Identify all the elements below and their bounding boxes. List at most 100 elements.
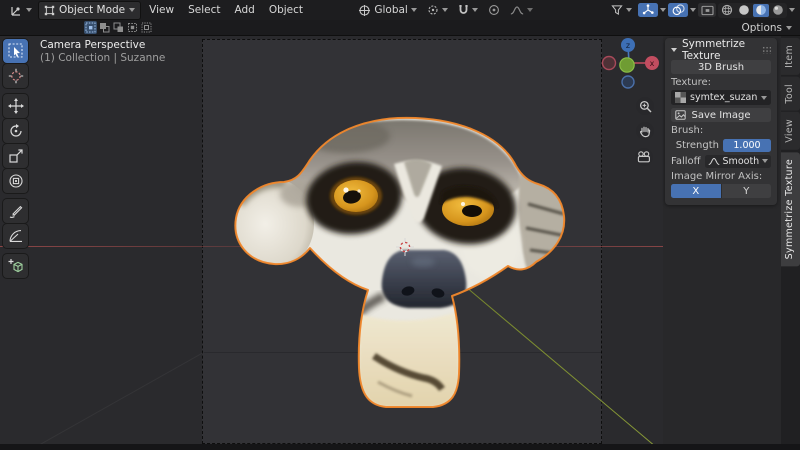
gizmo-y-ball[interactable] bbox=[620, 58, 634, 72]
viewport-overlay-text: Camera Perspective (1) Collection | Suza… bbox=[40, 39, 165, 65]
select-mode-intersect-button[interactable] bbox=[140, 21, 153, 34]
select-extend-icon bbox=[99, 22, 110, 33]
select-box-icon bbox=[8, 43, 24, 59]
rotate-tool-icon bbox=[8, 123, 24, 139]
tool-select-box-button[interactable] bbox=[3, 39, 28, 63]
falloff-value: Smooth bbox=[723, 156, 760, 167]
proportional-editing-button[interactable] bbox=[484, 3, 504, 17]
tab-tool[interactable]: Tool bbox=[781, 77, 800, 111]
select-invert-icon bbox=[127, 22, 138, 33]
snap-target-button[interactable] bbox=[423, 3, 452, 17]
editor-type-button[interactable] bbox=[5, 3, 36, 18]
shading-material-button[interactable] bbox=[753, 4, 769, 17]
show-gizmo-button[interactable] bbox=[638, 3, 658, 17]
mode-dropdown[interactable]: Object Mode bbox=[38, 1, 141, 20]
save-image-label: Save Image bbox=[691, 110, 750, 121]
image-icon bbox=[675, 110, 686, 120]
xray-icon bbox=[701, 5, 714, 16]
select-mode-set-button[interactable] bbox=[84, 21, 97, 34]
object-mode-icon bbox=[44, 5, 55, 16]
menu-view[interactable]: View bbox=[143, 3, 180, 17]
collection-object-label: (1) Collection | Suzanne bbox=[40, 52, 165, 65]
menu-object[interactable]: Object bbox=[263, 3, 309, 17]
chevron-down-icon bbox=[442, 8, 448, 12]
tool-settings-bar: Options bbox=[0, 20, 800, 36]
strength-slider[interactable]: 1.000 bbox=[723, 139, 771, 152]
chevron-down-icon[interactable] bbox=[789, 8, 795, 12]
zoom-view-button[interactable] bbox=[636, 97, 654, 115]
mirror-axis-x-button[interactable]: X bbox=[671, 184, 721, 198]
menu-select[interactable]: Select bbox=[182, 3, 226, 17]
tool-add-cube-button[interactable] bbox=[3, 254, 28, 278]
scale-tool-icon bbox=[8, 148, 24, 164]
tool-rotate-button[interactable] bbox=[3, 119, 28, 143]
falloff-curve-icon bbox=[510, 5, 524, 16]
select-intersect-icon bbox=[141, 22, 152, 33]
wireframe-sphere-icon bbox=[721, 4, 733, 16]
proportional-editing-icon bbox=[488, 4, 500, 16]
tab-symmetrize-texture[interactable]: Symmetrize Texture bbox=[781, 152, 800, 266]
add-cube-tool-icon bbox=[8, 258, 24, 274]
view-object-types-button[interactable] bbox=[607, 3, 636, 17]
tool-cursor-button[interactable] bbox=[3, 64, 28, 88]
menu-add[interactable]: Add bbox=[228, 3, 260, 17]
shading-solid-button[interactable] bbox=[736, 4, 752, 17]
texture-name: symtex_suzanne.png bbox=[690, 92, 757, 103]
sidebar-panel-column: Symmetrize Texture 3D Brush Texture: sym… bbox=[663, 36, 781, 444]
blender-window: Object Mode View Select Add Object Globa… bbox=[0, 0, 800, 450]
chevron-down-icon bbox=[472, 8, 478, 12]
snap-toggle-button[interactable] bbox=[454, 3, 482, 17]
gizmo-neg-z-ball[interactable] bbox=[622, 76, 634, 88]
falloff-label: Falloff bbox=[671, 156, 701, 167]
filter-funnel-icon bbox=[611, 4, 623, 16]
camera-view-button[interactable] bbox=[635, 148, 653, 166]
solid-sphere-icon bbox=[738, 4, 750, 16]
3d-brush-label: 3D Brush bbox=[698, 62, 744, 73]
material-sphere-icon bbox=[755, 4, 767, 16]
transform-tool-icon bbox=[8, 173, 24, 189]
save-image-button[interactable]: Save Image bbox=[671, 108, 771, 122]
panel-drag-grip-icon[interactable] bbox=[762, 46, 771, 54]
gizmo-z-label: z bbox=[626, 41, 630, 50]
gizmo-neg-x-ball[interactable] bbox=[603, 57, 616, 70]
orientation-global-icon bbox=[358, 4, 371, 17]
select-mode-invert-button[interactable] bbox=[126, 21, 139, 34]
tool-scale-button[interactable] bbox=[3, 144, 28, 168]
proportional-falloff-button[interactable] bbox=[506, 4, 537, 17]
tab-item[interactable]: Item bbox=[781, 38, 800, 75]
chevron-down-icon[interactable] bbox=[690, 8, 696, 12]
chevron-down-icon bbox=[411, 8, 417, 12]
orientation-label: Global bbox=[374, 4, 408, 16]
xray-toggle-button[interactable] bbox=[698, 3, 716, 17]
select-mode-subtract-button[interactable] bbox=[112, 21, 125, 34]
mirror-axis-group: X Y bbox=[671, 184, 771, 198]
3d-brush-button[interactable]: 3D Brush bbox=[671, 60, 771, 74]
options-dropdown[interactable]: Options bbox=[741, 22, 792, 34]
tool-measure-button[interactable] bbox=[3, 224, 28, 248]
sidebar-region: Symmetrize Texture 3D Brush Texture: sym… bbox=[663, 36, 800, 444]
select-mode-extend-button[interactable] bbox=[98, 21, 111, 34]
falloff-select[interactable]: Smooth bbox=[705, 155, 772, 168]
pan-view-button[interactable] bbox=[636, 122, 654, 140]
transform-orientation-dropdown[interactable]: Global bbox=[354, 3, 421, 18]
panel-header[interactable]: Symmetrize Texture bbox=[671, 42, 771, 57]
suzanne-model[interactable] bbox=[228, 112, 572, 414]
navigation-gizmo[interactable]: z x bbox=[596, 36, 660, 94]
tool-transform-button[interactable] bbox=[3, 169, 28, 193]
shading-rendered-button[interactable] bbox=[770, 4, 786, 17]
show-overlays-button[interactable] bbox=[668, 3, 688, 17]
annotate-tool-icon bbox=[8, 203, 24, 219]
overlays-icon bbox=[672, 4, 685, 16]
grid-line-diagonal bbox=[33, 352, 204, 444]
tool-move-button[interactable] bbox=[3, 94, 28, 118]
mirror-axis-y-button[interactable]: Y bbox=[721, 184, 772, 198]
tool-annotate-button[interactable] bbox=[3, 199, 28, 223]
3d-viewport[interactable]: Camera Perspective (1) Collection | Suza… bbox=[0, 36, 663, 444]
symmetrize-texture-panel: Symmetrize Texture 3D Brush Texture: sym… bbox=[665, 38, 777, 205]
gizmo-icon bbox=[642, 4, 654, 16]
chevron-down-icon[interactable] bbox=[660, 8, 666, 12]
smooth-falloff-icon bbox=[708, 157, 720, 166]
tab-view[interactable]: View bbox=[781, 112, 800, 150]
shading-wireframe-button[interactable] bbox=[719, 4, 735, 17]
texture-select[interactable]: symtex_suzanne.png bbox=[671, 90, 771, 105]
